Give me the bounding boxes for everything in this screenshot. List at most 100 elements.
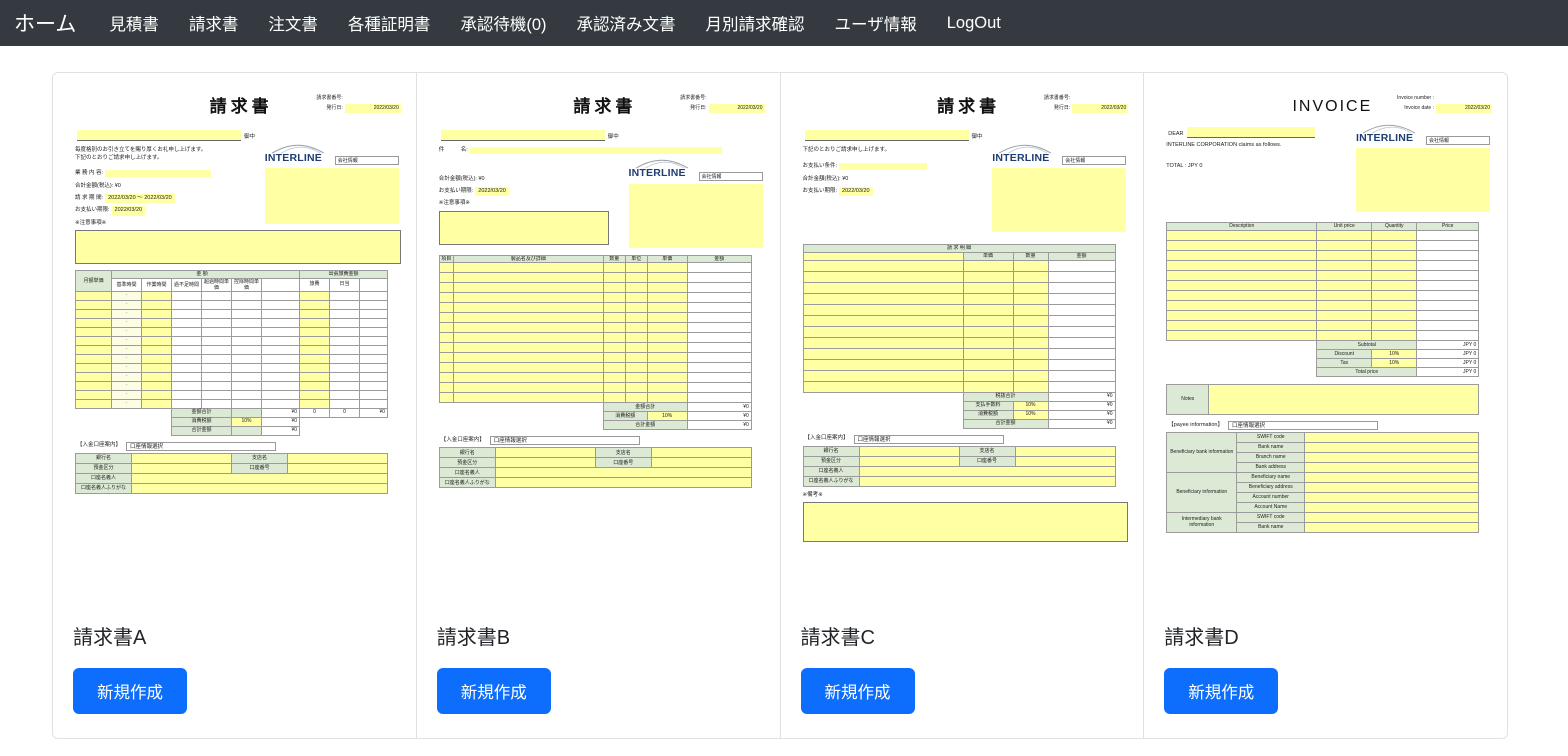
empty-cell [329, 326, 361, 337]
discount-rate: 10% [1371, 348, 1418, 359]
empty-cell [624, 352, 648, 364]
nav-logout[interactable]: LogOut [932, 14, 1016, 33]
table-row [438, 382, 752, 394]
preview-a-meta: 請求書番号: 発行日: 2022/03/20 [305, 95, 401, 116]
deposit-type-label: 預金区分 [438, 457, 496, 469]
account-no-label: 口座番号 [958, 455, 1016, 467]
preview-c-title: 請求書 [937, 97, 1001, 116]
nav-quotes[interactable]: 見積書 [94, 11, 174, 35]
company-address-field [1356, 148, 1490, 213]
dash-cell: - [111, 353, 142, 364]
table-row [1166, 279, 1480, 291]
holder-label: 口座名義人 [802, 465, 860, 477]
nav-approval-pending[interactable]: 承認待機(0) [445, 11, 561, 35]
empty-cell [1166, 269, 1318, 281]
beneficiary-name-field [1304, 471, 1480, 483]
empty-cell [1371, 289, 1418, 301]
table-row [438, 302, 752, 314]
account-number-label: Account number [1236, 491, 1306, 503]
empty-cell [1316, 239, 1373, 251]
empty-cell [359, 380, 389, 391]
branch-name-field [1014, 445, 1116, 457]
issue-date-value: 2022/03/20 [708, 104, 765, 113]
bank-info-table: 銀行名 支店名 預金区分 口座番号 口座名義人 口座名義人ふりがな [75, 452, 388, 494]
work-label: 業 務 内 容: [75, 169, 104, 176]
empty-cell [1047, 270, 1116, 283]
nav-user-info[interactable]: ユーザ情報 [820, 11, 932, 35]
recipient-suffix: 御中 [971, 133, 983, 140]
invoice-preview-a: 請求書 請求書番号: 発行日: 2022/03/20 御中 毎度格別のお引き立てを… [53, 73, 416, 605]
nav-certificates[interactable]: 各種証明書 [333, 11, 446, 35]
items-table: 項目 製品名及び詳細 数量 単位 単価 金額 [438, 254, 752, 404]
col-description: 製品名及び詳細 [452, 254, 604, 264]
empty-cell [962, 303, 1014, 316]
holder-kana-field [494, 477, 752, 489]
nav-monthly-billing[interactable]: 月別請求確認 [691, 11, 820, 35]
empty-cell [1316, 319, 1373, 331]
nav-orders[interactable]: 注文書 [253, 11, 333, 35]
holder-field [858, 465, 1116, 477]
table-row [802, 281, 1116, 294]
empty-cell [646, 382, 688, 394]
interline-logo: INTERLINE [1356, 124, 1424, 145]
preview-a-columns: 毎度格別のお引き立てを賜り厚くお礼申し上げます。 下記のとおりご請求申し上げます… [75, 144, 401, 227]
empty-cell [260, 362, 301, 373]
nav-approved-docs[interactable]: 承認済み文書 [562, 11, 691, 35]
dash-cell: - [111, 380, 142, 391]
template-card-b: 請求書 請求書番号: 発行日: 2022/03/20 御中 件 名: 合計金額(税… [416, 72, 781, 739]
empty-cell [686, 302, 752, 314]
branch-name-label: 支店名 [958, 445, 1016, 457]
empty-cell [171, 389, 202, 400]
account-no-field [1014, 455, 1116, 467]
empty-cell [1316, 289, 1373, 301]
preview-c-right: INTERLINE 会社情報 [992, 144, 1128, 233]
empty-cell [646, 332, 688, 344]
table-row: - [75, 344, 389, 355]
create-button-a[interactable]: 新規作成 [73, 668, 187, 714]
empty-cell [602, 382, 626, 394]
nav-home[interactable]: ホーム [14, 8, 76, 38]
empty-cell [201, 380, 232, 391]
empty-cell [171, 299, 202, 310]
empty-cell [1371, 279, 1418, 291]
empty-cell [260, 308, 301, 319]
tax-rate: 10% [1371, 357, 1418, 368]
preview-c-columns: 下記のとおりご請求申し上げます。 お支払い条件: 合計金額(税込): ¥0 お支… [803, 144, 1129, 233]
empty-cell [1371, 249, 1418, 261]
empty-cell [1371, 309, 1418, 321]
col-item: 項目 [438, 254, 454, 264]
empty-cell [231, 362, 262, 373]
empty-cell [646, 392, 688, 404]
beneficiary-name-label: Beneficiary name [1236, 471, 1306, 483]
empty-cell [602, 342, 626, 354]
grand-amount: ¥0 [1047, 418, 1116, 429]
empty-cell [1416, 289, 1480, 301]
create-button-c[interactable]: 新規作成 [800, 668, 915, 714]
empty-cell [686, 332, 752, 344]
beneficiary-bank-group: Beneficiary bank information [1166, 431, 1238, 473]
empty-cell [359, 317, 389, 328]
empty-cell [1166, 249, 1318, 261]
empty-cell [452, 342, 604, 354]
empty-cell [201, 389, 232, 400]
empty-cell [141, 308, 172, 319]
nav-invoices[interactable]: 請求書 [174, 11, 254, 35]
account-no-label: 口座番号 [594, 457, 652, 469]
empty-cell [802, 325, 964, 338]
empty-cell [602, 272, 626, 284]
table-row [802, 270, 1116, 283]
col-description: Description [1166, 222, 1318, 231]
table-row [438, 342, 752, 354]
empty-cell [602, 262, 626, 274]
fee-label: 支払手数料 [962, 400, 1014, 411]
col-deduction-rate: 控除時間単価 [231, 277, 262, 292]
bank-name-label: Bank name [1236, 441, 1306, 453]
create-button-d[interactable]: 新規作成 [1164, 668, 1279, 714]
sum-travel-1: 0 [299, 407, 330, 418]
preview-b-right: INTERLINE 会社情報 [628, 160, 765, 250]
create-button-b[interactable]: 新規作成 [436, 668, 551, 714]
empty-cell [231, 317, 262, 328]
empty-cell [299, 353, 331, 364]
empty-cell [438, 332, 454, 344]
recipient-row: 御中 [77, 130, 401, 141]
